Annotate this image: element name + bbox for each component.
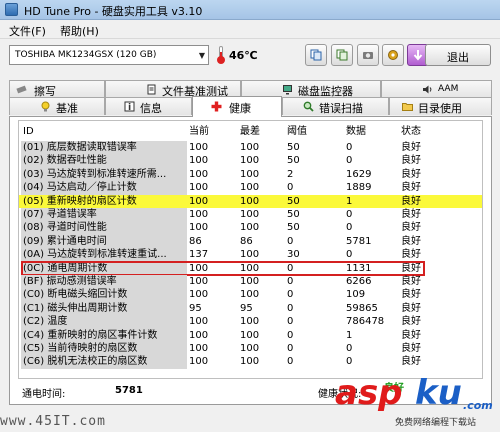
logo-com-text: .com bbox=[463, 399, 493, 412]
smart-table[interactable]: ID 当前 最差 阈值 数据 状态 (01) 底层数据读取错误率 100 100… bbox=[18, 120, 483, 379]
table-row[interactable]: (C5) 当前待映射的扇区数 100 100 0 0 良好 bbox=[19, 342, 482, 356]
table-row-boxed[interactable]: (0C) 通电周期计数 100 100 0 1131 良好 bbox=[19, 261, 482, 275]
drive-select-value: TOSHIBA MK1234GSX (120 GB) bbox=[15, 50, 157, 60]
copy-icon bbox=[310, 49, 322, 61]
tab-benchmark[interactable]: 基准 bbox=[9, 97, 105, 115]
table-row[interactable]: (07) 寻道错误率 100 100 50 0 良好 bbox=[19, 208, 482, 222]
logo-subtitle: 免费网络编程下载站 bbox=[395, 418, 477, 428]
watermark-aspku-logo: asp ku .com 免费网络编程下载站 bbox=[335, 373, 500, 432]
window-title: HD Tune Pro - 硬盘实用工具 v3.10 bbox=[24, 5, 203, 18]
table-header: ID 当前 最差 阈值 数据 状态 bbox=[19, 125, 482, 138]
eraser-icon bbox=[16, 85, 27, 94]
table-row[interactable]: (02) 数据吞吐性能 100 100 50 0 良好 bbox=[19, 154, 482, 168]
wrench-icon bbox=[388, 50, 398, 60]
document-copy-icon bbox=[336, 49, 348, 61]
col-status-header[interactable]: 状态 bbox=[401, 125, 451, 138]
camera-icon bbox=[363, 52, 373, 59]
table-row[interactable]: (BF) 振动感测错误率 100 100 0 6266 良好 bbox=[19, 275, 482, 289]
tab-error-scan[interactable]: 错误扫描 bbox=[282, 97, 389, 115]
monitor-icon bbox=[283, 85, 292, 95]
chevron-down-icon: ▼ bbox=[198, 51, 205, 60]
tab-folder-usage[interactable]: 目录使用 bbox=[389, 97, 492, 115]
col-data-header[interactable]: 数据 bbox=[346, 125, 398, 138]
table-row[interactable]: (09) 累计通电时间 86 86 0 5781 良好 bbox=[19, 234, 482, 249]
col-id-header[interactable]: ID bbox=[21, 125, 187, 138]
tab-health[interactable]: 健康 bbox=[192, 96, 282, 117]
drive-select[interactable]: TOSHIBA MK1234GSX (120 GB) ▼ bbox=[9, 45, 209, 65]
copy-info-button[interactable] bbox=[305, 44, 327, 66]
options-button[interactable] bbox=[382, 44, 404, 66]
magnifier-icon bbox=[303, 101, 314, 112]
lightbulb-icon bbox=[41, 101, 50, 112]
col-worst-header[interactable]: 最差 bbox=[240, 125, 288, 138]
app-icon bbox=[5, 3, 18, 16]
logo-ku-text: ku bbox=[415, 373, 462, 413]
table-row[interactable]: (C2) 温度 100 100 0 786478 良好 bbox=[19, 315, 482, 329]
power-on-value: 5781 bbox=[115, 385, 143, 396]
copy-text-button[interactable] bbox=[331, 44, 353, 66]
table-row[interactable]: (0A) 马达旋转到标准转速重试... 137 100 30 0 良好 bbox=[19, 248, 482, 262]
tab-aam[interactable]: AAM bbox=[381, 80, 492, 98]
thermometer-icon bbox=[216, 46, 226, 64]
title-bar: HD Tune Pro - 硬盘实用工具 v3.10 bbox=[0, 0, 500, 20]
menu-file[interactable]: 文件(F) bbox=[9, 23, 46, 39]
temperature-value: 46℃ bbox=[229, 49, 258, 62]
table-row[interactable]: (C1) 磁头伸出周期计数 95 95 0 59865 良好 bbox=[19, 301, 482, 316]
table-row-highlighted[interactable]: (05) 重新映射的扇区计数 100 100 50 1 良好 bbox=[19, 194, 482, 208]
folder-icon bbox=[402, 103, 413, 111]
save-screenshot-button[interactable] bbox=[357, 44, 379, 66]
red-cross-icon bbox=[211, 101, 222, 112]
down-arrow-icon bbox=[413, 50, 423, 61]
table-row[interactable]: (08) 寻道时间性能 100 100 50 0 良好 bbox=[19, 221, 482, 235]
col-threshold-header[interactable]: 阈值 bbox=[287, 125, 345, 138]
menu-help[interactable]: 帮助(H) bbox=[60, 23, 99, 39]
toolbar: TOSHIBA MK1234GSX (120 GB) ▼ 46℃ 退出 bbox=[0, 40, 500, 72]
table-row[interactable]: (03) 马达旋转到标准转速所需... 100 100 2 1629 良好 bbox=[19, 167, 482, 182]
tab-info[interactable]: 信息 bbox=[105, 97, 192, 115]
file-icon bbox=[147, 84, 156, 95]
speaker-icon bbox=[423, 85, 432, 94]
tab-row-bottom: 基准 信息 健康 错误扫描 目录使用 bbox=[9, 96, 492, 117]
watermark-45it: www.45IT.com bbox=[0, 414, 106, 429]
table-row[interactable]: (01) 底层数据读取错误率 100 100 50 0 良好 bbox=[19, 141, 482, 155]
menu-bar: 文件(F) 帮助(H) bbox=[0, 20, 500, 39]
power-on-label: 通电时间: bbox=[22, 389, 66, 400]
table-row[interactable]: (C4) 重新映射的扇区事件计数 100 100 0 1 良好 bbox=[19, 328, 482, 342]
health-panel: ID 当前 最差 阈值 数据 状态 (01) 底层数据读取错误率 100 100… bbox=[9, 116, 492, 405]
col-current-header[interactable]: 当前 bbox=[189, 125, 237, 138]
exit-button[interactable]: 退出 bbox=[425, 44, 491, 66]
tab-erase[interactable]: 擦写 bbox=[9, 80, 105, 98]
app-window: HD Tune Pro - 硬盘实用工具 v3.10 文件(F) 帮助(H) T… bbox=[0, 0, 500, 432]
table-row[interactable]: (C6) 脱机无法校正的扇区数 100 100 0 0 良好 bbox=[19, 355, 482, 369]
logo-asp-text: asp bbox=[335, 373, 403, 413]
info-icon bbox=[124, 101, 135, 112]
table-row[interactable]: (C0) 断电磁头缩回计数 100 100 0 109 良好 bbox=[19, 288, 482, 302]
table-row[interactable]: (04) 马达启动／停止计数 100 100 0 1889 良好 bbox=[19, 181, 482, 195]
